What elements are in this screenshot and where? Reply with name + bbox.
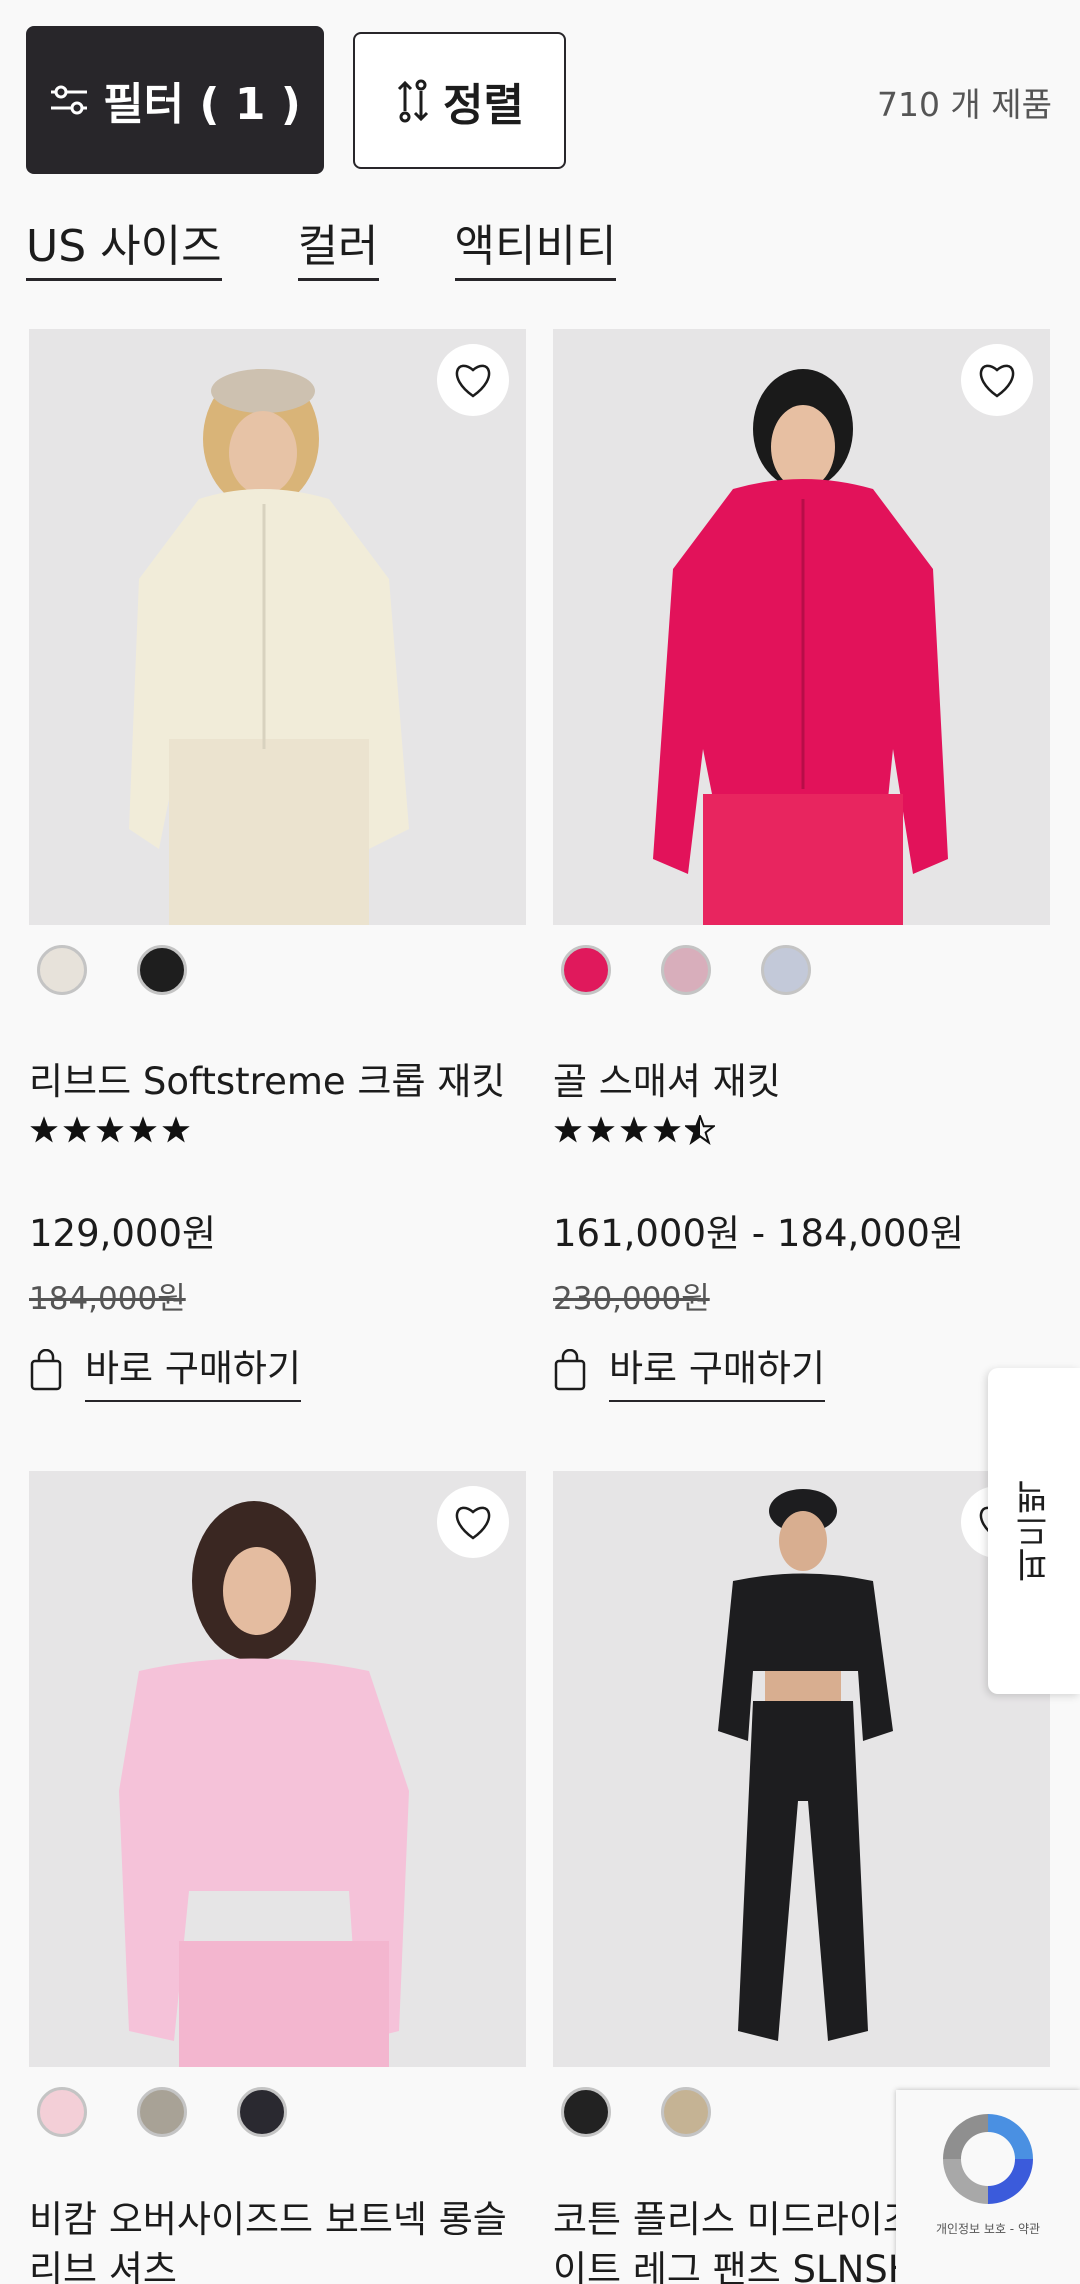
- product-card[interactable]: 비캄 오버사이즈드 보트넥 롱슬 리브 셔츠: [29, 1471, 526, 2284]
- feedback-label: 피드백: [1014, 1480, 1055, 1582]
- star-icon: [587, 1116, 615, 1143]
- product-name[interactable]: 골 스매셔 재킷: [553, 1057, 1050, 1107]
- sort-label: 정렬: [443, 79, 524, 131]
- chip-activity[interactable]: 액티비티: [454, 210, 617, 281]
- quick-buy-label: 바로 구매하기: [609, 1338, 826, 1402]
- feedback-tab[interactable]: 피드백: [988, 1368, 1080, 1694]
- swatch[interactable]: [661, 945, 711, 995]
- swatch[interactable]: [37, 2087, 87, 2137]
- half-star-icon: [685, 1115, 715, 1145]
- star-icon: [554, 1116, 582, 1143]
- rating-stars: [29, 1115, 526, 1145]
- favorite-button[interactable]: [437, 344, 509, 416]
- star-icon: [129, 1116, 157, 1143]
- original-price: 230,000원: [553, 1281, 710, 1317]
- product-name-line-1: 비캄 오버사이즈드 보트넥 롱슬: [29, 2198, 507, 2241]
- product-name[interactable]: 리브드 Softstreme 크롭 재킷: [29, 1057, 526, 1107]
- favorite-button[interactable]: [437, 1486, 509, 1558]
- star-icon: [653, 1116, 681, 1143]
- color-swatches: [29, 2087, 526, 2137]
- swatch[interactable]: [237, 2087, 287, 2137]
- chip-color[interactable]: 컬러: [297, 210, 379, 281]
- quick-buy-button[interactable]: 바로 구매하기: [29, 1338, 526, 1402]
- quick-buy-label: 바로 구매하기: [85, 1338, 302, 1402]
- recaptcha-badge[interactable]: 개인정보 보호 - 약관: [896, 2090, 1080, 2284]
- color-swatches: [553, 945, 1050, 995]
- swatch[interactable]: [561, 945, 611, 995]
- heart-icon: [455, 1506, 491, 1540]
- product-card[interactable]: 리브드 Softstreme 크롭 재킷 129,000원 184,000원 바…: [29, 329, 526, 1402]
- filter-chips: US 사이즈 컬러 액티비티: [26, 210, 617, 281]
- product-photo: [29, 329, 526, 925]
- quick-buy-button[interactable]: 바로 구매하기: [553, 1338, 1050, 1402]
- product-name-line-2: 리브 셔츠: [29, 2248, 177, 2284]
- star-icon: [620, 1116, 648, 1143]
- recaptcha-terms[interactable]: 개인정보 보호 - 약관: [936, 2220, 1040, 2237]
- sort-arrows-icon: [397, 79, 429, 122]
- swatch[interactable]: [661, 2087, 711, 2137]
- product-photo: [29, 1471, 526, 2067]
- sort-button[interactable]: 정렬: [353, 32, 566, 169]
- swatch[interactable]: [137, 2087, 187, 2137]
- recaptcha-icon: [943, 2114, 1033, 2204]
- product-name[interactable]: 비캄 오버사이즈드 보트넥 롱슬 리브 셔츠: [29, 2195, 526, 2284]
- product-card[interactable]: 골 스매셔 재킷 161,000원 - 184,000원 230,000원 바로…: [553, 329, 1050, 1402]
- swatch[interactable]: [561, 2087, 611, 2137]
- original-price: 184,000원: [29, 1281, 186, 1317]
- product-image[interactable]: [553, 329, 1050, 925]
- sliders-icon: [51, 85, 88, 115]
- chip-us-size[interactable]: US 사이즈: [26, 210, 222, 281]
- swatch[interactable]: [761, 945, 811, 995]
- product-price: 161,000원 - 184,000원: [553, 1212, 964, 1255]
- shopping-bag-icon: [554, 1349, 586, 1391]
- product-image[interactable]: [553, 1471, 1050, 2067]
- product-photo: [553, 1471, 1050, 2067]
- swatch[interactable]: [137, 945, 187, 995]
- filter-button[interactable]: 필터 ( 1 ): [26, 26, 324, 174]
- product-image[interactable]: [29, 1471, 526, 2067]
- star-icon: [162, 1116, 190, 1143]
- favorite-button[interactable]: [961, 344, 1033, 416]
- rating-stars: [553, 1115, 1050, 1145]
- star-icon: [30, 1116, 58, 1143]
- star-icon: [63, 1116, 91, 1143]
- star-icon: [96, 1116, 124, 1143]
- toolbar: 필터 ( 1 ) 정렬 710 개 제품: [0, 0, 1080, 180]
- filter-label: 필터 ( 1 ): [103, 79, 301, 130]
- product-count: 710 개 제품: [876, 85, 1052, 124]
- product-price: 129,000원: [29, 1212, 217, 1255]
- color-swatches: [29, 945, 526, 995]
- heart-icon: [455, 364, 491, 398]
- swatch[interactable]: [37, 945, 87, 995]
- product-photo: [553, 329, 1050, 925]
- shopping-bag-icon: [30, 1349, 62, 1391]
- product-image[interactable]: [29, 329, 526, 925]
- heart-icon: [979, 364, 1015, 398]
